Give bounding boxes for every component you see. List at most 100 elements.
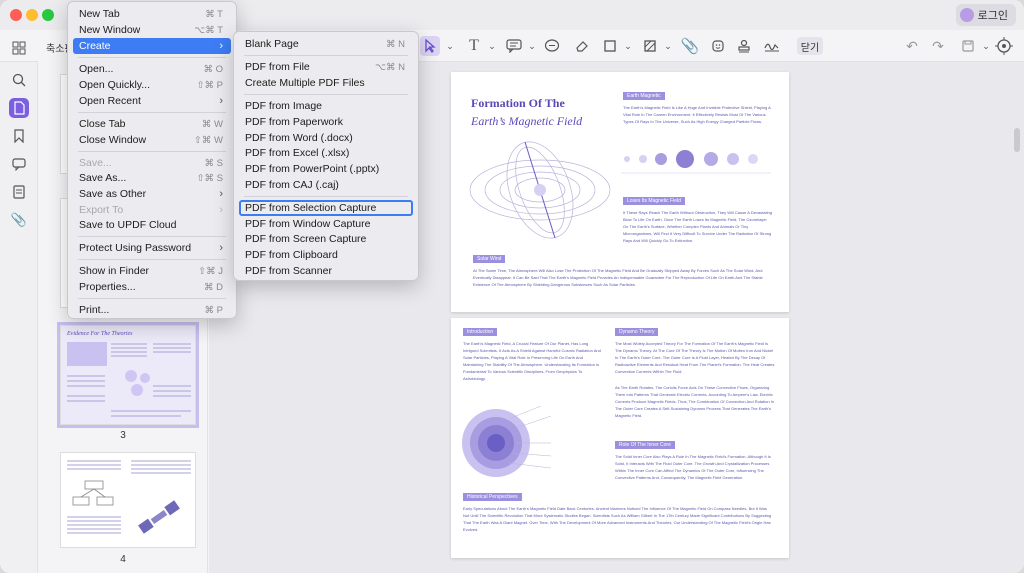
menu-item-pdf-from-caj[interactable]: PDF from CAJ (.caj): [239, 177, 413, 193]
chevron-down-icon[interactable]: ⌄: [658, 36, 678, 56]
menu-item-new-tab[interactable]: New Tab ⌘ T: [73, 6, 231, 22]
paperclip-icon[interactable]: 📎: [680, 36, 700, 56]
note-tool-icon[interactable]: [504, 36, 524, 56]
menu-item-pdf-from-scanner[interactable]: PDF from Scanner: [239, 263, 413, 279]
section-tag: Solar Wind: [473, 255, 506, 263]
close-edit-button[interactable]: 닫기: [797, 37, 823, 55]
paragraph: As The Earth Rotates, The Coriolis Force…: [615, 385, 775, 418]
section-tag: Role Of The Inner Core: [615, 441, 675, 449]
menu-item-create-multiple[interactable]: Create Multiple PDF Files: [239, 75, 413, 91]
menu-item-create[interactable]: Create ›: [73, 38, 231, 54]
document-page: Introduction The Earth's Magnetic Field,…: [451, 318, 789, 558]
menu-item-pdf-from-screen-capture[interactable]: PDF from Screen Capture: [239, 231, 413, 247]
menu-item-properties[interactable]: Properties... ⌘ D: [73, 279, 231, 295]
chevron-down-icon[interactable]: ⌄: [440, 36, 460, 56]
menu-item-save[interactable]: Save... ⌘ S: [73, 155, 231, 171]
scrollbar[interactable]: [1014, 128, 1020, 152]
chevron-right-icon: ›: [219, 204, 223, 216]
section-tag: Historical Perspectives: [463, 493, 522, 501]
area-fill-icon[interactable]: [640, 36, 660, 56]
menu-item-pdf-from-file[interactable]: PDF from File ⌥⌘ N: [239, 59, 413, 75]
form-icon[interactable]: [9, 182, 29, 202]
page-thumbnail-4[interactable]: [60, 452, 196, 548]
menu-separator: [78, 259, 226, 260]
menu-item-open[interactable]: Open... ⌘ O: [73, 61, 231, 77]
rectangle-tool-icon[interactable]: [600, 36, 620, 56]
menu-separator: [244, 94, 408, 95]
sticker-icon[interactable]: [708, 36, 728, 56]
menu-item-close-window[interactable]: Close Window ⇧⌘ W: [73, 132, 231, 148]
menu-separator: [78, 57, 226, 58]
close-window-button[interactable]: [10, 9, 22, 21]
bookmark-icon[interactable]: [9, 126, 29, 146]
chevron-down-icon[interactable]: ⌄: [482, 36, 502, 56]
menu-separator: [244, 196, 408, 197]
comments-icon[interactable]: [9, 154, 29, 174]
save-icon[interactable]: [958, 36, 978, 56]
chevron-right-icon: ›: [219, 242, 223, 254]
paragraph: The Solid Inner Core Also Plays A Role I…: [615, 454, 771, 480]
menu-item-pdf-from-selection-capture[interactable]: PDF from Selection Capture: [239, 200, 413, 216]
file-menu: New Tab ⌘ T New Window ⌥⌘ T Create › Open..…: [67, 1, 237, 319]
chevron-down-icon[interactable]: ⌄: [976, 36, 996, 56]
menu-item-export-to[interactable]: Export To ›: [73, 202, 231, 218]
planets-graphic: [621, 150, 771, 174]
menu-item-save-as[interactable]: Save As... ⇧⌘ S: [73, 170, 231, 186]
chevron-right-icon: ›: [219, 40, 223, 52]
menu-item-pdf-from-image[interactable]: PDF from Image: [239, 98, 413, 114]
magnetic-field-diagram: [469, 141, 611, 239]
page-subtitle: Earth’s Magnetic Field: [471, 114, 583, 128]
menu-item-save-to-cloud[interactable]: Save to UPDF Cloud: [73, 217, 231, 233]
stamp-icon[interactable]: [734, 36, 754, 56]
menu-item-protect-password[interactable]: Protect Using Password ›: [73, 240, 231, 256]
chevron-right-icon: ›: [219, 188, 223, 200]
menu-item-open-quickly[interactable]: Open Quickly... ⇧⌘ P: [73, 77, 231, 93]
zoom-window-button[interactable]: [42, 9, 54, 21]
menu-item-pdf-from-window-capture[interactable]: PDF from Window Capture: [239, 216, 413, 232]
menu-item-show-in-finder[interactable]: Show in Finder ⇧⌘ J: [73, 263, 231, 279]
page-thumbnail-3[interactable]: Evidence For The Theories: [57, 322, 199, 428]
menu-item-pdf-from-word[interactable]: PDF from Word (.docx): [239, 130, 413, 146]
login-label: 로그인: [977, 10, 1008, 22]
login-button[interactable]: 로그인: [955, 4, 1016, 26]
create-submenu: Blank Page ⌘ N PDF from File ⌥⌘ N Create M…: [233, 31, 419, 281]
signature-icon[interactable]: [762, 36, 782, 56]
menu-item-print[interactable]: Print... ⌘ P: [73, 302, 231, 318]
chevron-down-icon[interactable]: ⌄: [618, 36, 638, 56]
menu-separator: [78, 151, 226, 152]
redo-icon[interactable]: ↷: [928, 36, 948, 56]
menu-separator: [78, 112, 226, 113]
menu-separator: [78, 236, 226, 237]
comment-icon[interactable]: [542, 36, 562, 56]
attachment-icon[interactable]: 📎: [9, 210, 29, 230]
text-tool-icon[interactable]: T: [464, 36, 484, 56]
chevron-down-icon[interactable]: ⌄: [522, 36, 542, 56]
menu-item-pdf-from-clipboard[interactable]: PDF from Clipboard: [239, 247, 413, 263]
earth-layers-diagram: [462, 405, 552, 477]
section-tag: Earth Magnetic: [623, 92, 665, 100]
page-number: 4: [120, 554, 126, 565]
menu-item-pdf-from-excel[interactable]: PDF from Excel (.xlsx): [239, 145, 413, 161]
paragraph: Early Speculations About The Earth's Mag…: [463, 506, 772, 532]
paragraph: If These Rays Reach The Earth Without Ob…: [623, 210, 772, 243]
menu-item-new-window[interactable]: New Window ⌥⌘ T: [73, 22, 231, 38]
grid-icon[interactable]: [9, 38, 29, 58]
eraser-icon[interactable]: [572, 36, 592, 56]
menu-item-pdf-from-paperwork[interactable]: PDF from Paperwork: [239, 114, 413, 130]
menu-item-pdf-from-powerpoint[interactable]: PDF from PowerPoint (.pptx): [239, 161, 413, 177]
menu-item-blank-page[interactable]: Blank Page ⌘ N: [239, 36, 413, 52]
menu-item-close-tab[interactable]: Close Tab ⌘ W: [73, 116, 231, 132]
paragraph: The Most Widely Accepted Theory For The …: [615, 341, 775, 374]
select-tool-icon[interactable]: [420, 36, 440, 56]
menu-item-save-as-other[interactable]: Save as Other ›: [73, 186, 231, 202]
undo-icon[interactable]: ↶: [902, 36, 922, 56]
ai-assistant-icon[interactable]: [994, 36, 1014, 56]
menu-item-open-recent[interactable]: Open Recent ›: [73, 93, 231, 109]
chevron-right-icon: ›: [219, 95, 223, 107]
minimize-window-button[interactable]: [26, 9, 38, 21]
search-icon[interactable]: [9, 70, 29, 90]
page-number: 3: [120, 430, 126, 441]
thumbnails-icon[interactable]: [9, 98, 29, 118]
app-window: 로그인 ⌄ T ⌄ ⌄ ⌄ ⌄ 📎 닫기 ↶ ↷ ⌄ 📎 축소판 Evidenc…: [0, 0, 1024, 573]
paragraph: The Earth's Magnetic Field, A Crucial Fe…: [463, 341, 601, 381]
